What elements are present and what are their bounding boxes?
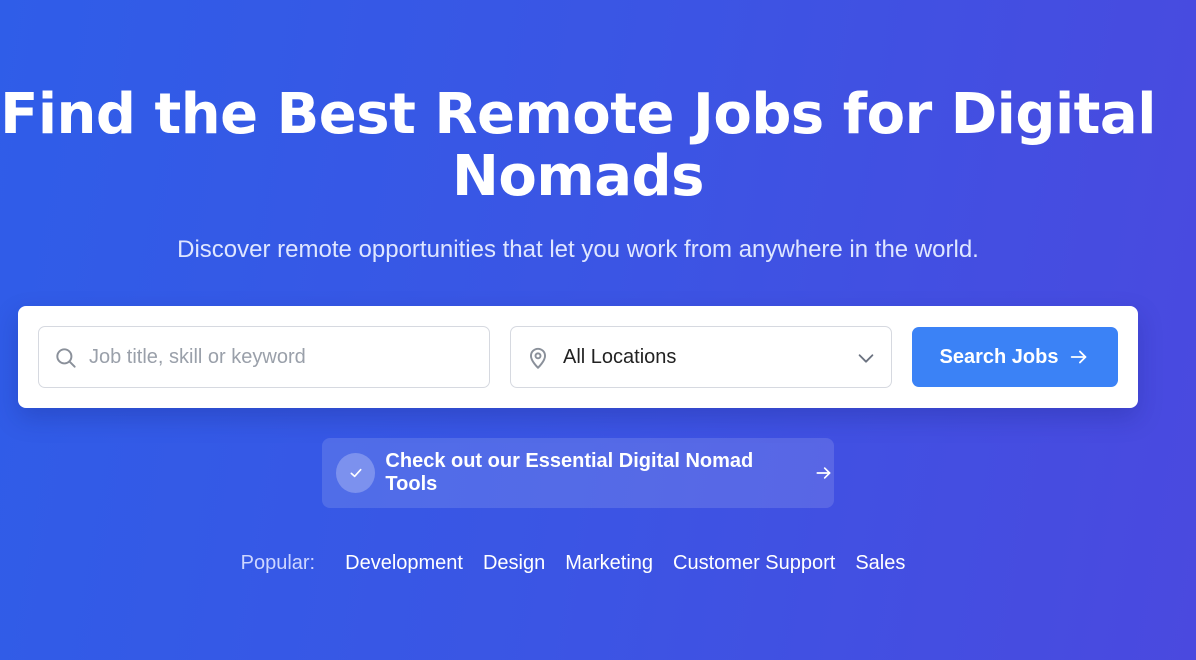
- popular-label: Popular:: [240, 552, 316, 574]
- search-jobs-button[interactable]: Search Jobs: [912, 327, 1118, 387]
- hero-subtitle: Discover remote opportunities that let y…: [177, 236, 979, 263]
- map-pin-icon: [529, 347, 547, 369]
- keyword-field[interactable]: [38, 326, 490, 388]
- search-jobs-label: Search Jobs: [939, 345, 1059, 368]
- search-card: All Locations Search Jobs: [18, 306, 1138, 408]
- keyword-input[interactable]: [89, 327, 475, 387]
- digital-nomad-tools-link[interactable]: Check out our Essential Digital Nomad To…: [322, 438, 834, 508]
- popular-link-sales[interactable]: Sales: [855, 552, 905, 575]
- arrow-right-icon: [816, 467, 831, 479]
- chevron-down-icon: [858, 354, 874, 363]
- popular-link-design[interactable]: Design: [483, 552, 545, 575]
- popular-link-development[interactable]: Development: [345, 552, 463, 575]
- popular-link-customer-support[interactable]: Customer Support: [673, 552, 835, 575]
- tools-banner-label: Check out our Essential Digital Nomad To…: [385, 450, 754, 495]
- location-value: All Locations: [563, 346, 677, 368]
- check-badge: [336, 453, 376, 493]
- arrow-right-icon: [1071, 350, 1087, 364]
- check-icon: [350, 468, 362, 478]
- hero-title: Find the Best Remote Jobs for Digital No…: [0, 82, 1156, 209]
- location-select[interactable]: All Locations: [510, 326, 892, 388]
- popular-link-marketing[interactable]: Marketing: [565, 552, 653, 575]
- popular-categories: Popular: Development Design Marketing Cu…: [0, 552, 1156, 575]
- search-icon: [56, 348, 76, 368]
